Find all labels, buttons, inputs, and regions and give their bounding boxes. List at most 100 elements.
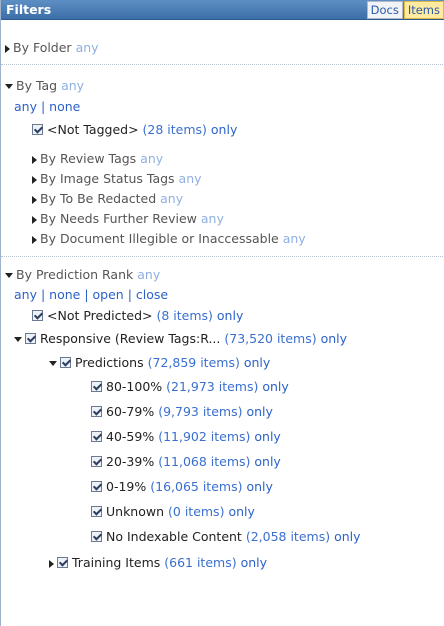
tab-items[interactable]: Items (403, 1, 444, 19)
image-status-tags-label[interactable]: By Image Status Tags (40, 171, 175, 186)
range-only-link[interactable]: only (246, 404, 272, 419)
not-tagged-only-link[interactable]: only (211, 122, 237, 137)
range-0-19-item[interactable]: 0-19% (16,065 items) only (91, 478, 273, 496)
expand-arrow-icon[interactable] (32, 235, 37, 244)
range-count: (2,058 items) (245, 529, 331, 544)
collapse-arrow-icon[interactable] (5, 84, 13, 89)
responsive-checkbox[interactable] (25, 333, 36, 344)
expand-arrow-icon[interactable] (32, 155, 37, 164)
not-tagged-count: (28 items) (142, 122, 207, 137)
prediction-select-close[interactable]: close (136, 287, 168, 302)
document-illegible-label[interactable]: By Document Illegible or Inaccessable (40, 231, 279, 246)
needs-further-review-filter[interactable]: By Needs Further Review any (32, 210, 224, 228)
prediction-rank-filter[interactable]: By Prediction Rank any (5, 266, 160, 284)
range-only-link[interactable]: only (246, 479, 272, 494)
range-label[interactable]: 20-39% (106, 454, 154, 469)
training-items-only-link[interactable]: only (241, 555, 267, 570)
range-checkbox[interactable] (91, 431, 102, 442)
not-predicted-label[interactable]: <Not Predicted> (47, 308, 153, 323)
tag-any-link[interactable]: any (61, 78, 84, 93)
range-checkbox[interactable] (91, 381, 102, 392)
range-no-indexable-item[interactable]: No Indexable Content (2,058 items) only (91, 528, 361, 546)
range-only-link[interactable]: only (334, 529, 360, 544)
collapse-arrow-icon[interactable] (14, 337, 22, 342)
range-unknown-item[interactable]: Unknown (0 items) only (91, 503, 255, 521)
range-40-59-item[interactable]: 40-59% (11,902 items) only (91, 428, 281, 446)
document-illegible-filter[interactable]: By Document Illegible or Inaccessable an… (32, 230, 306, 248)
predictions-checkbox[interactable] (60, 357, 71, 368)
tag-select-any[interactable]: any (14, 99, 37, 114)
collapse-arrow-icon[interactable] (5, 273, 13, 278)
predictions-only-link[interactable]: only (244, 355, 270, 370)
to-be-redacted-filter[interactable]: By To Be Redacted any (32, 190, 183, 208)
prediction-select-open[interactable]: open (93, 287, 124, 302)
needs-further-review-any-link[interactable]: any (201, 211, 224, 226)
range-only-link[interactable]: only (262, 379, 288, 394)
divider (1, 64, 444, 65)
range-checkbox[interactable] (91, 406, 102, 417)
range-only-link[interactable]: only (228, 504, 254, 519)
needs-further-review-label[interactable]: By Needs Further Review (40, 211, 197, 226)
range-checkbox[interactable] (91, 481, 102, 492)
not-tagged-label[interactable]: <Not Tagged> (47, 122, 139, 137)
range-label[interactable]: Unknown (106, 504, 164, 519)
training-items-label[interactable]: Training Items (72, 555, 160, 570)
training-items-item[interactable]: Training Items (661 items) only (49, 554, 267, 572)
folder-filter[interactable]: By Folder any (5, 39, 99, 57)
folder-filter-label[interactable]: By Folder (13, 40, 72, 55)
expand-arrow-icon[interactable] (32, 195, 37, 204)
review-tags-label[interactable]: By Review Tags (40, 151, 136, 166)
prediction-rank-label[interactable]: By Prediction Rank (16, 267, 133, 282)
predictions-item[interactable]: Predictions (72,859 items) only (49, 354, 270, 372)
tab-docs[interactable]: Docs (366, 1, 403, 19)
responsive-only-link[interactable]: only (321, 331, 347, 346)
image-status-tags-filter[interactable]: By Image Status Tags any (32, 170, 202, 188)
range-only-link[interactable]: only (254, 429, 280, 444)
expand-arrow-icon[interactable] (32, 175, 37, 184)
prediction-rank-any-link[interactable]: any (137, 267, 160, 282)
review-tags-any-link[interactable]: any (140, 151, 163, 166)
tag-select-links: any | none (14, 99, 81, 114)
collapse-arrow-icon[interactable] (49, 361, 57, 366)
filters-panel: Filters Docs Items By Folder any By Tag … (0, 0, 444, 626)
responsive-item[interactable]: Responsive (Review Tags:R... (73,520 ite… (14, 330, 347, 348)
range-only-link[interactable]: only (254, 454, 280, 469)
range-60-79-item[interactable]: 60-79% (9,793 items) only (91, 403, 273, 421)
training-items-checkbox[interactable] (57, 557, 68, 568)
not-tagged-checkbox[interactable] (32, 124, 43, 135)
tag-filter-label[interactable]: By Tag (16, 78, 57, 93)
to-be-redacted-any-link[interactable]: any (160, 191, 183, 206)
range-checkbox[interactable] (91, 456, 102, 467)
to-be-redacted-label[interactable]: By To Be Redacted (40, 191, 156, 206)
filters-header: Filters Docs Items (1, 0, 444, 20)
not-tagged-item[interactable]: <Not Tagged> (28 items) only (32, 121, 237, 139)
review-tags-filter[interactable]: By Review Tags any (32, 150, 163, 168)
prediction-select-none[interactable]: none (49, 287, 80, 302)
range-checkbox[interactable] (91, 506, 102, 517)
not-predicted-checkbox[interactable] (32, 310, 43, 321)
tag-select-none[interactable]: none (49, 99, 80, 114)
tag-filter[interactable]: By Tag any (5, 77, 84, 95)
range-label[interactable]: No Indexable Content (106, 529, 242, 544)
predictions-label[interactable]: Predictions (75, 355, 144, 370)
not-predicted-item[interactable]: <Not Predicted> (8 items) only (32, 307, 243, 325)
range-20-39-item[interactable]: 20-39% (11,068 items) only (91, 453, 281, 471)
predictions-count: (72,859 items) (147, 355, 240, 370)
expand-arrow-icon[interactable] (5, 44, 10, 53)
range-label[interactable]: 0-19% (106, 479, 146, 494)
range-80-100-item[interactable]: 80-100% (21,973 items) only (91, 378, 289, 396)
range-label[interactable]: 80-100% (106, 379, 162, 394)
image-status-tags-any-link[interactable]: any (179, 171, 202, 186)
expand-arrow-icon[interactable] (32, 215, 37, 224)
expand-arrow-icon[interactable] (49, 559, 54, 568)
document-illegible-any-link[interactable]: any (283, 231, 306, 246)
not-predicted-only-link[interactable]: only (217, 308, 243, 323)
range-checkbox[interactable] (91, 531, 102, 542)
folder-any-link[interactable]: any (76, 40, 99, 55)
range-label[interactable]: 40-59% (106, 429, 154, 444)
range-label[interactable]: 60-79% (106, 404, 154, 419)
responsive-label[interactable]: Responsive (Review Tags:R... (40, 331, 220, 346)
prediction-select-links: any | none | open | close (14, 287, 169, 302)
prediction-select-any[interactable]: any (14, 287, 37, 302)
responsive-count: (73,520 items) (224, 331, 317, 346)
